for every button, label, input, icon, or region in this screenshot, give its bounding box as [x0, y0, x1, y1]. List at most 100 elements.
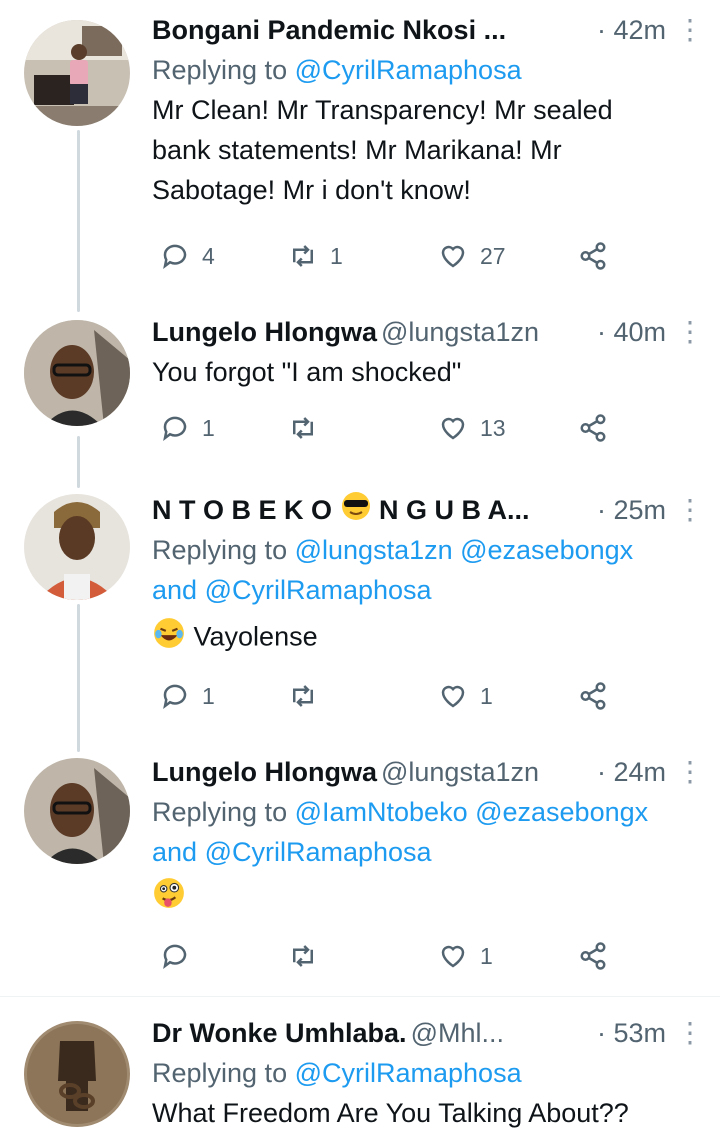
share-icon [578, 941, 620, 971]
reply-icon [160, 241, 202, 271]
mention-link[interactable]: @CyrilRamaphosa [295, 55, 522, 85]
like-button[interactable]: 13 [438, 410, 506, 446]
mention-link[interactable]: @IamNtobeko @ezasebongx [295, 797, 649, 827]
tweet-text: What Freedom Are You Talking About?? [152, 1093, 702, 1133]
replying-to-label: Replying to [152, 1058, 288, 1088]
likes-count: 1 [480, 942, 493, 969]
action-bar: 1 13 [160, 410, 640, 446]
avatar[interactable] [24, 1021, 130, 1127]
share-button[interactable] [578, 938, 620, 974]
mention-link[interactable]: @CyrilRamaphosa [205, 837, 432, 867]
avatar[interactable] [24, 494, 130, 600]
display-name[interactable]: Bongani Pandemic Nkosi ... [152, 15, 506, 45]
replies-count: 1 [202, 414, 215, 441]
display-name[interactable]: Dr Wonke Umhlaba. [152, 1018, 407, 1048]
more-icon[interactable]: ⋮ [676, 1013, 704, 1053]
mention-link[interactable]: @lungsta1zn @ezasebongx [295, 535, 634, 565]
more-icon[interactable]: ⋮ [676, 10, 704, 50]
more-icon[interactable]: ⋮ [676, 752, 704, 792]
display-name-part: N G U B A... [379, 495, 530, 525]
display-name[interactable]: Lungelo Hlongwa [152, 757, 377, 787]
display-name[interactable]: Lungelo Hlongwa [152, 317, 377, 347]
timestamp[interactable]: · 53m [597, 1013, 666, 1053]
reply-and-label: and [152, 575, 198, 605]
share-icon [578, 681, 620, 711]
reply-and-label: and [152, 837, 198, 867]
reply-icon [160, 681, 202, 711]
timestamp[interactable]: · 40m [597, 312, 666, 352]
replies-count: 4 [202, 242, 215, 269]
share-icon [578, 241, 620, 271]
reply-icon [160, 941, 202, 971]
action-bar: 11 [160, 678, 640, 714]
zany-face-emoji-icon [152, 876, 186, 921]
retweet-icon [288, 413, 330, 443]
tweet-text-line: bank statements! Mr Marikana! Mr [152, 135, 562, 165]
sunglasses-emoji-icon [340, 490, 372, 533]
avatar[interactable] [24, 758, 130, 864]
reply-icon [160, 413, 202, 443]
timestamp[interactable]: · 42m [597, 10, 666, 50]
retweet-button[interactable] [288, 938, 330, 974]
share-button[interactable] [578, 678, 620, 714]
like-button[interactable]: 1 [438, 678, 493, 714]
reply-button[interactable]: 4 [160, 238, 215, 274]
tweet-text-line: Vayolense [193, 621, 318, 652]
like-icon [438, 413, 480, 443]
tweet-text-line: Mr Clean! Mr Transparency! Mr sealed [152, 95, 613, 125]
share-icon [578, 413, 620, 443]
likes-count: 13 [480, 414, 506, 441]
user-handle[interactable]: @Mhl... [411, 1018, 504, 1048]
like-button[interactable]: 1 [438, 938, 493, 974]
display-name[interactable]: N T O B E K O N G U B A... [152, 492, 530, 525]
thread-line [77, 604, 80, 752]
divider [0, 996, 720, 997]
more-icon[interactable]: ⋮ [676, 312, 704, 352]
like-icon [438, 941, 480, 971]
action-bar: 4 1 27 [160, 238, 640, 274]
timestamp[interactable]: · 24m [597, 752, 666, 792]
tweet-text: Vayolense [152, 616, 702, 661]
mention-link[interactable]: @CyrilRamaphosa [205, 575, 432, 605]
reply-button[interactable] [160, 938, 202, 974]
like-button[interactable]: 27 [438, 238, 506, 274]
retweet-icon [288, 941, 330, 971]
avatar[interactable] [24, 20, 130, 126]
retweet-button[interactable] [288, 678, 330, 714]
tweet-text-line: Sabotage! Mr i don't know! [152, 175, 471, 205]
like-icon [438, 241, 480, 271]
laughing-emoji-icon [152, 616, 186, 661]
retweet-button[interactable]: 1 [288, 238, 343, 274]
reply-context: Replying to @CyrilRamaphosa [152, 1053, 702, 1093]
thread-line [77, 436, 80, 488]
share-button[interactable] [578, 410, 620, 446]
timestamp[interactable]: · 25m [597, 490, 666, 530]
reply-context: Replying to @IamNtobeko @ezasebongx and … [152, 792, 702, 872]
more-icon[interactable]: ⋮ [676, 490, 704, 530]
replying-to-label: Replying to [152, 55, 288, 85]
reply-button[interactable]: 1 [160, 678, 215, 714]
mention-link[interactable]: @CyrilRamaphosa [295, 1058, 522, 1088]
tweet-text: You forgot "I am shocked" [152, 352, 702, 392]
tweet-text-line: What Freedom Are You Talking About?? [152, 1098, 629, 1128]
display-name-part: N T O B E K O [152, 495, 333, 525]
likes-count: 27 [480, 242, 506, 269]
replying-to-label: Replying to [152, 797, 288, 827]
thread-line [77, 130, 80, 312]
retweet-icon [288, 681, 330, 711]
reply-button[interactable]: 1 [160, 410, 215, 446]
share-button[interactable] [578, 238, 620, 274]
action-bar: 1 [160, 938, 640, 974]
replying-to-label: Replying to [152, 535, 288, 565]
tweet-text [152, 876, 702, 921]
user-handle[interactable]: @lungsta1zn [381, 757, 539, 787]
likes-count: 1 [480, 682, 493, 709]
avatar[interactable] [24, 320, 130, 426]
user-handle[interactable]: @lungsta1zn [381, 317, 539, 347]
reply-context: Replying to @lungsta1zn @ezasebongx and … [152, 530, 702, 610]
tweet-text: Mr Clean! Mr Transparency! Mr sealed ban… [152, 90, 702, 210]
replies-count: 1 [202, 682, 215, 709]
like-icon [438, 681, 480, 711]
retweet-button[interactable] [288, 410, 330, 446]
reply-context: Replying to @CyrilRamaphosa [152, 50, 702, 90]
